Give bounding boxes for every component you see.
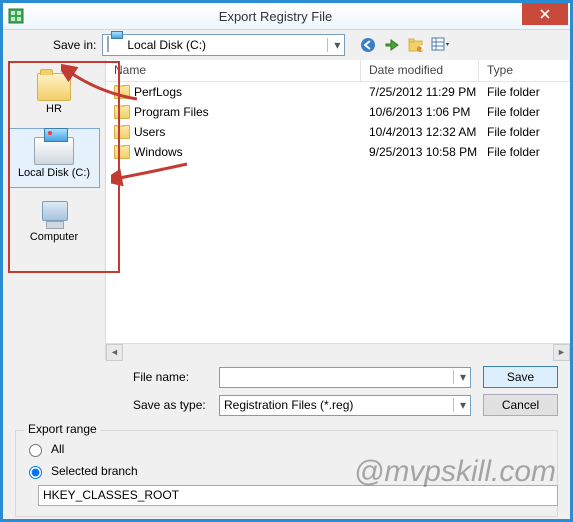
back-icon[interactable] — [359, 36, 377, 54]
titlebar: Export Registry File — [3, 3, 570, 30]
close-button[interactable] — [522, 3, 568, 25]
save-as-type-value: Registration Files (*.reg) — [224, 398, 353, 412]
nav-icons: ★ — [359, 36, 449, 54]
row-type: File folder — [479, 125, 570, 139]
list-headers: Name Date modified Type — [106, 60, 570, 82]
folder-icon — [114, 125, 130, 139]
horizontal-scrollbar[interactable]: ◄ ► — [106, 343, 570, 360]
folder-icon — [37, 73, 71, 101]
new-folder-icon[interactable]: ★ — [407, 36, 425, 54]
col-type-header[interactable]: Type — [479, 60, 570, 81]
save-as-type-dropdown[interactable]: Registration Files (*.reg) ▾ — [219, 395, 471, 416]
col-name-header[interactable]: Name — [106, 60, 361, 81]
row-date: 10/6/2013 1:06 PM — [361, 105, 479, 119]
radio-all-label: All — [51, 442, 64, 456]
row-type: File folder — [479, 105, 570, 119]
folder-icon — [114, 145, 130, 159]
save-in-row: Save in: Local Disk (C:) ▾ ★ — [3, 30, 570, 60]
export-range-legend: Export range — [24, 422, 101, 436]
table-row[interactable]: Program Files 10/6/2013 1:06 PMFile folde… — [106, 102, 570, 122]
radio-selected-branch-label: Selected branch — [51, 464, 138, 478]
view-menu-icon[interactable] — [431, 36, 449, 54]
place-hr[interactable]: HR — [8, 64, 100, 124]
radio-all-input[interactable] — [29, 444, 42, 457]
place-computer[interactable]: Computer — [8, 192, 100, 252]
folder-icon — [114, 105, 130, 119]
chevron-down-icon: ▾ — [453, 370, 466, 384]
svg-text:★: ★ — [419, 40, 425, 52]
branch-input[interactable]: HKEY_CLASSES_ROOT — [38, 485, 558, 506]
scroll-track[interactable] — [123, 344, 553, 361]
row-type: File folder — [479, 145, 570, 159]
row-date: 9/25/2013 10:58 PM — [361, 145, 479, 159]
file-name-label: File name: — [133, 370, 207, 384]
branch-value: HKEY_CLASSES_ROOT — [43, 488, 179, 502]
place-label: HR — [46, 103, 62, 115]
places-bar: HR Local Disk (C:) Computer — [3, 60, 105, 360]
place-localdisk[interactable]: Local Disk (C:) — [8, 128, 100, 188]
radio-all[interactable]: All — [24, 441, 549, 457]
save-in-dropdown[interactable]: Local Disk (C:) ▾ — [102, 34, 345, 56]
row-name: Users — [134, 125, 165, 139]
regedit-icon — [3, 3, 29, 29]
chevron-down-icon: ▾ — [327, 38, 340, 52]
file-list-area: Name Date modified Type PerfLogs 7/25/201… — [105, 60, 570, 360]
export-range-group: Export range All Selected branch HKEY_CL… — [15, 430, 558, 517]
row-name: Windows — [134, 145, 183, 159]
cancel-button[interactable]: Cancel — [483, 394, 558, 416]
up-one-level-icon[interactable] — [383, 36, 401, 54]
file-name-input[interactable]: ▾ — [219, 367, 471, 388]
save-button[interactable]: Save — [483, 366, 558, 388]
row-name: PerfLogs — [134, 85, 182, 99]
row-date: 7/25/2012 11:29 PM — [361, 85, 479, 99]
scroll-right-arrow[interactable]: ► — [553, 344, 570, 361]
place-label: Local Disk (C:) — [18, 167, 90, 179]
window-title: Export Registry File — [29, 9, 522, 24]
table-row[interactable]: Users 10/4/2013 12:32 AMFile folder — [106, 122, 570, 142]
save-in-value: Local Disk (C:) — [127, 38, 206, 52]
col-date-header[interactable]: Date modified — [361, 60, 479, 81]
table-row[interactable]: PerfLogs 7/25/2012 11:29 PMFile folder — [106, 82, 570, 102]
file-rows: PerfLogs7/25/2012 11:29 PMFile folderPro… — [106, 82, 570, 343]
save-in-label: Save in: — [53, 38, 96, 52]
export-registry-dialog: Export Registry File Save in: Local Disk… — [0, 0, 573, 522]
drive-icon — [34, 137, 74, 165]
bottom-form: File name: ▾ Save Save as type: Registra… — [3, 360, 570, 428]
scroll-left-arrow[interactable]: ◄ — [106, 344, 123, 361]
row-name: Program Files — [134, 105, 209, 119]
row-type: File folder — [479, 85, 570, 99]
computer-icon — [36, 201, 72, 229]
chevron-down-icon: ▾ — [453, 398, 466, 412]
place-label: Computer — [30, 231, 78, 243]
row-date: 10/4/2013 12:32 AM — [361, 125, 479, 139]
folder-icon — [114, 85, 130, 99]
save-as-type-label: Save as type: — [133, 398, 207, 412]
radio-selected-branch-input[interactable] — [29, 466, 42, 479]
table-row[interactable]: Windows 9/25/2013 10:58 PMFile folder — [106, 142, 570, 162]
radio-selected-branch[interactable]: Selected branch — [24, 463, 549, 479]
drive-icon — [107, 37, 123, 53]
